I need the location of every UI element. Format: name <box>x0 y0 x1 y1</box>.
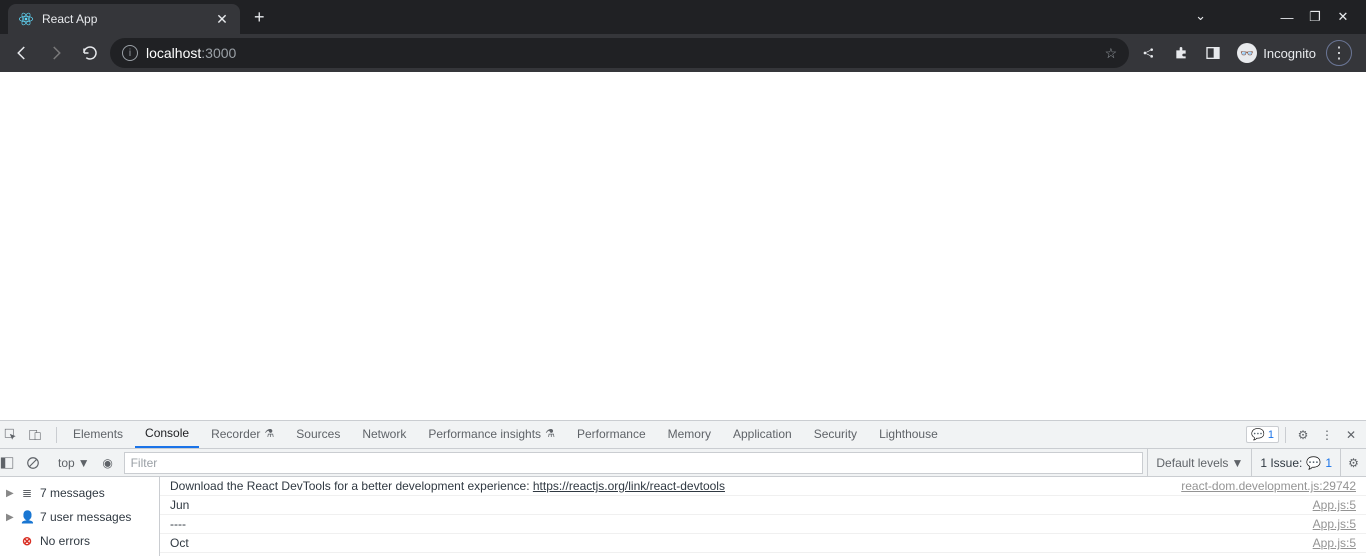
devtools-tab-elements[interactable]: Elements <box>63 421 133 448</box>
device-toolbar-icon[interactable] <box>28 428 50 442</box>
forward-button[interactable] <box>42 39 70 67</box>
console-sidebar: ▶≣7 messages ▶👤7 user messages ⊗No error… <box>0 477 160 556</box>
share-icon[interactable] <box>1141 45 1163 61</box>
log-row: Download the React DevTools for a better… <box>160 477 1366 496</box>
live-expression-icon[interactable]: ◉ <box>96 456 120 470</box>
user-icon: 👤 <box>20 510 34 524</box>
list-icon: ≣ <box>20 486 34 500</box>
devtools-tab-network[interactable]: Network <box>352 421 416 448</box>
address-bar[interactable]: i localhost:3000 ☆ <box>110 38 1129 68</box>
site-info-icon[interactable]: i <box>122 45 138 61</box>
error-icon: ⊗ <box>20 534 34 548</box>
bookmark-star-icon[interactable]: ☆ <box>1105 45 1118 62</box>
extensions-icon[interactable] <box>1173 45 1195 61</box>
devtools-tab-security[interactable]: Security <box>804 421 867 448</box>
toggle-sidebar-icon[interactable] <box>0 456 26 470</box>
context-selector[interactable]: top ▼ <box>52 456 96 470</box>
incognito-indicator[interactable]: 👓 Incognito <box>1237 43 1316 63</box>
url-host: localhost <box>146 45 201 61</box>
browser-right-controls: 👓 Incognito ⋮ <box>1135 40 1358 66</box>
devtools-tab-performance-insights[interactable]: Performance insights⚗ <box>418 421 565 448</box>
browser-tab[interactable]: React App ✕ <box>8 4 240 34</box>
inspect-element-icon[interactable] <box>4 428 26 442</box>
devtools-tab-sources[interactable]: Sources <box>286 421 350 448</box>
new-tab-button[interactable]: + <box>240 1 279 34</box>
devtools-tab-application[interactable]: Application <box>723 421 802 448</box>
devtools-tab-performance[interactable]: Performance <box>567 421 656 448</box>
maximize-button[interactable]: ❐ <box>1306 9 1324 25</box>
back-button[interactable] <box>8 39 36 67</box>
clear-console-icon[interactable] <box>26 456 52 470</box>
experiment-icon: ⚗ <box>264 421 274 448</box>
sidebar-no-errors[interactable]: ⊗No errors <box>0 529 159 553</box>
console-log[interactable]: Download the React DevTools for a better… <box>160 477 1366 556</box>
devtools-tabbar: Elements Console Recorder⚗ Sources Netwo… <box>0 421 1366 449</box>
devtools-more-icon[interactable]: ⋮ <box>1316 428 1338 442</box>
react-icon <box>18 11 34 27</box>
tab-search-button[interactable]: ⌄ <box>1195 8 1206 24</box>
devtools-panel: Elements Console Recorder⚗ Sources Netwo… <box>0 420 1366 556</box>
browser-titlebar: React App ✕ + ⌄ — ❐ ✕ <box>0 0 1366 34</box>
devtools-tab-memory[interactable]: Memory <box>658 421 721 448</box>
url-port: :3000 <box>201 45 236 61</box>
devtools-issues-badge[interactable]: 💬1 <box>1246 426 1279 443</box>
log-source-link[interactable]: App.js:5 <box>1313 498 1356 512</box>
window-controls: — ❐ ✕ <box>1264 0 1366 34</box>
minimize-button[interactable]: — <box>1278 10 1296 25</box>
log-source-link[interactable]: App.js:5 <box>1313 536 1356 550</box>
browser-menu-button[interactable]: ⋮ <box>1326 40 1352 66</box>
log-row: ---- App.js:5 <box>160 515 1366 534</box>
close-window-button[interactable]: ✕ <box>1334 9 1352 25</box>
issues-indicator[interactable]: 1 Issue: 💬1 <box>1251 449 1340 476</box>
console-settings-icon[interactable]: ⚙ <box>1340 449 1366 476</box>
address-bar-row: i localhost:3000 ☆ 👓 Incognito ⋮ <box>0 34 1366 72</box>
close-tab-button[interactable]: ✕ <box>214 11 230 27</box>
devtools-tab-console[interactable]: Console <box>135 421 199 448</box>
incognito-icon: 👓 <box>1237 43 1257 63</box>
console-body: ▶≣7 messages ▶👤7 user messages ⊗No error… <box>0 477 1366 556</box>
log-row: Oct App.js:5 <box>160 534 1366 553</box>
tab-title: React App <box>42 12 206 26</box>
log-levels-selector[interactable]: Default levels ▼ <box>1147 449 1251 476</box>
devtools-close-icon[interactable]: ✕ <box>1340 428 1362 442</box>
log-source-link[interactable]: react-dom.development.js:29742 <box>1181 479 1356 493</box>
sidebar-user-messages[interactable]: ▶👤7 user messages <box>0 505 159 529</box>
side-panel-icon[interactable] <box>1205 45 1227 61</box>
sidebar-messages[interactable]: ▶≣7 messages <box>0 481 159 505</box>
console-filter-input[interactable]: Filter <box>124 452 1144 474</box>
incognito-label: Incognito <box>1263 46 1316 61</box>
log-row: Jun App.js:5 <box>160 496 1366 515</box>
log-link[interactable]: https://reactjs.org/link/react-devtools <box>533 479 725 493</box>
reload-button[interactable] <box>76 39 104 67</box>
devtools-tab-lighthouse[interactable]: Lighthouse <box>869 421 948 448</box>
page-content <box>0 72 1366 420</box>
log-source-link[interactable]: App.js:5 <box>1313 517 1356 531</box>
experiment-icon: ⚗ <box>545 421 555 448</box>
devtools-settings-icon[interactable]: ⚙ <box>1292 428 1314 442</box>
console-toolbar: top ▼ ◉ Filter Default levels ▼ 1 Issue:… <box>0 449 1366 477</box>
devtools-tab-recorder[interactable]: Recorder⚗ <box>201 421 284 448</box>
